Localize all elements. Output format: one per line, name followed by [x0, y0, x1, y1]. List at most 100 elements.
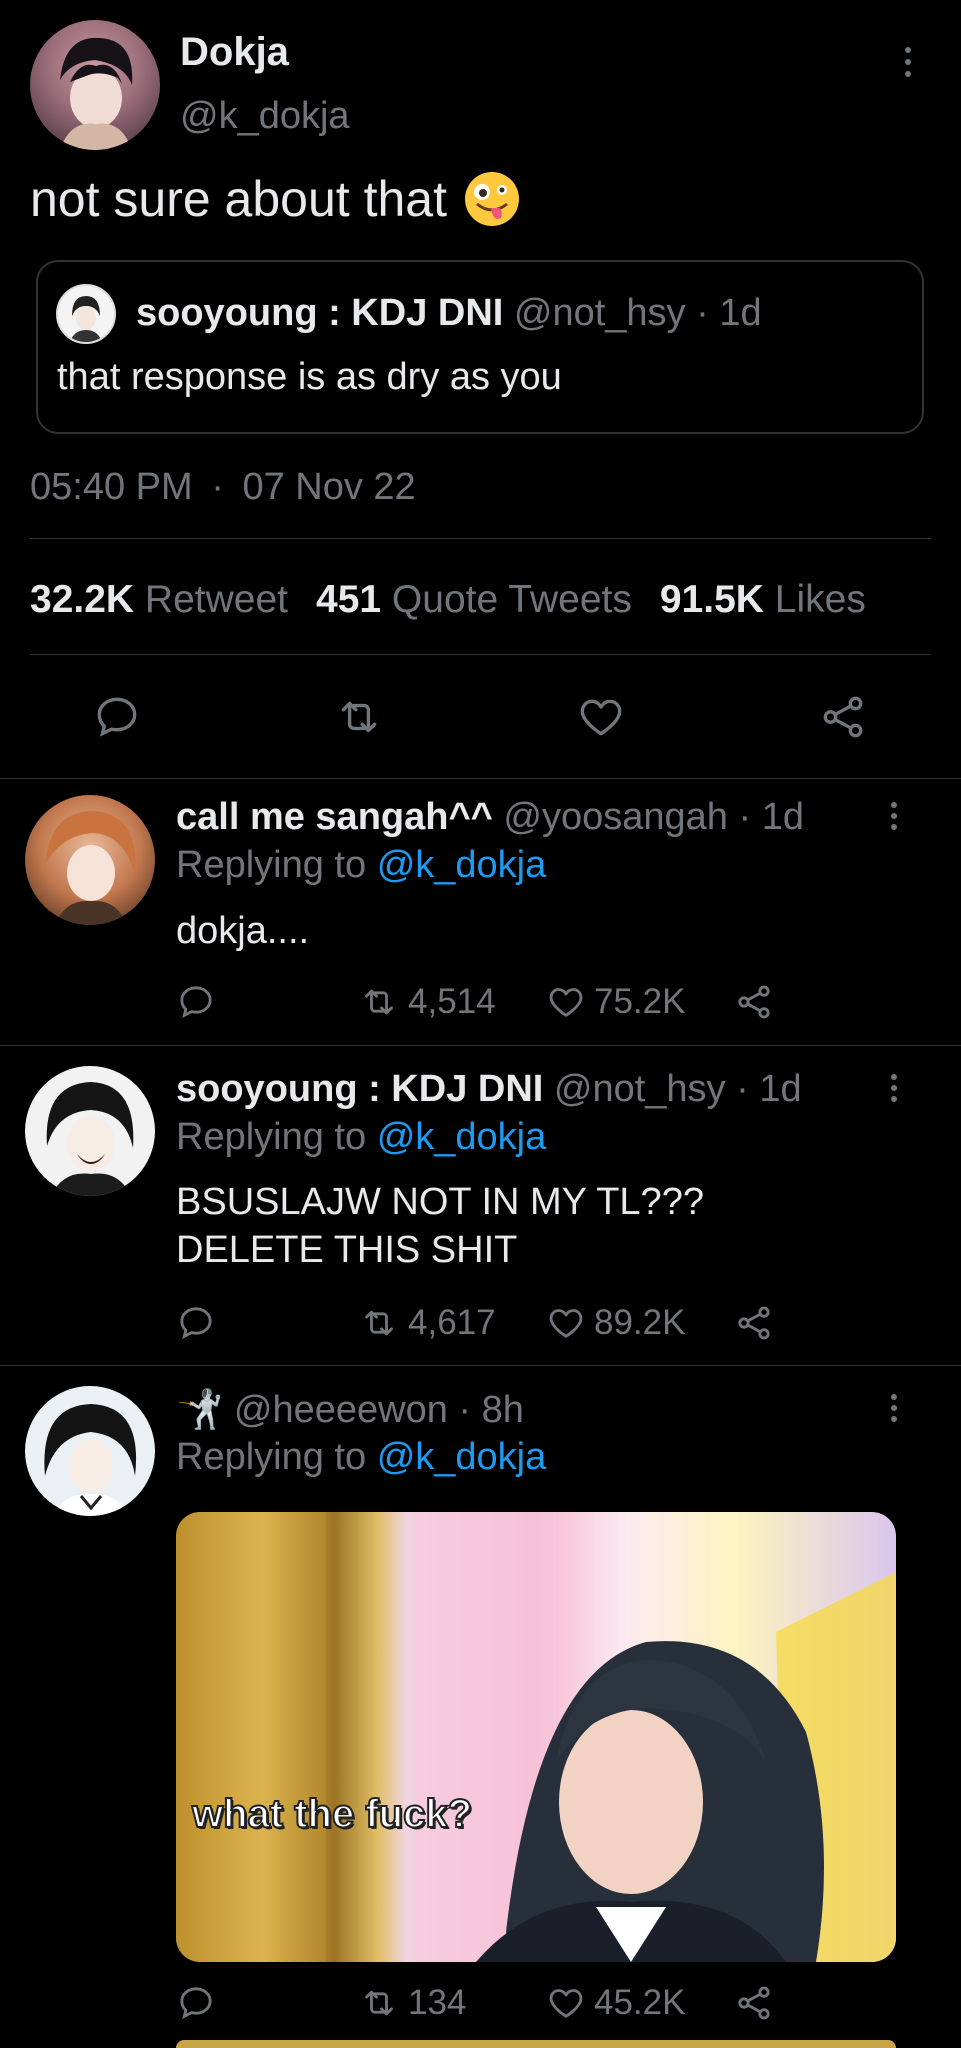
reply-2-retweet-button[interactable]: 4,617 — [358, 1303, 496, 1343]
reply-2-text-line-1: BSUSLAJW NOT IN MY TL??? — [176, 1181, 704, 1223]
quotes-stat[interactable]: 451 Quote Tweets — [316, 578, 632, 622]
likes-label: Likes — [774, 578, 866, 621]
main-display-name[interactable]: Dokja — [180, 30, 289, 75]
quote-header: sooyoung : KDJ DNI @not_hsy · 1d — [136, 292, 762, 335]
heart-icon — [549, 988, 583, 1017]
reply-3-retweet-count: 134 — [408, 1983, 467, 2022]
reply-2-replying-label: Replying to — [176, 1116, 367, 1158]
like-button[interactable] — [576, 692, 626, 742]
next-media-peek — [176, 2040, 896, 2048]
heart-icon — [549, 1309, 583, 1338]
avatar-main[interactable] — [30, 20, 160, 150]
reply-3-media-caption: what the fuck? — [191, 1791, 473, 1837]
reply-3-replying-to: Replying to @k_dokja — [176, 1436, 546, 1479]
reply-3-replying-handle[interactable]: @k_dokja — [377, 1436, 547, 1478]
reply-2-header: sooyoung : KDJ DNI @not_hsy · 1d — [176, 1068, 802, 1111]
reply-1-age: 1d — [761, 796, 804, 838]
reply-3-media-image[interactable]: what the fuck? — [176, 1512, 896, 1962]
avatar-reply-3[interactable] — [25, 1386, 155, 1516]
retweet-icon — [365, 1990, 393, 2016]
divider-main-bottom — [0, 778, 961, 779]
likes-count: 91.5K — [659, 578, 764, 621]
reply-3-like-button[interactable]: 45.2K — [546, 1983, 685, 2023]
reply-2-share-button[interactable] — [734, 1303, 774, 1343]
reply-1-text: dokja.... — [176, 910, 310, 952]
quote-display-name[interactable]: sooyoung : KDJ DNI — [136, 292, 503, 334]
reply-3-more-icon[interactable] — [889, 1394, 899, 1422]
reply-2-text: BSUSLAJW NOT IN MY TL??? DELETE THIS SHI… — [176, 1178, 704, 1274]
divider-reply-1 — [0, 1045, 961, 1046]
retweet-icon — [341, 701, 377, 733]
quotes-label: Quote Tweets — [391, 578, 632, 621]
reply-3-separator: · — [458, 1389, 472, 1431]
share-icon — [738, 1306, 770, 1340]
main-tweet-text: not sure about that — [30, 171, 447, 227]
avatar-reply-2[interactable] — [25, 1066, 155, 1196]
quotes-count: 451 — [316, 578, 382, 621]
tweet-timestamp[interactable]: 05:40 PM · 07 Nov 22 — [30, 466, 416, 509]
reply-1-header: call me sangah^^ @yoosangah · 1d — [176, 796, 804, 839]
reply-button[interactable] — [92, 692, 142, 742]
reply-3-age: 8h — [481, 1389, 524, 1431]
reply-3-share-button[interactable] — [734, 1983, 774, 2023]
reply-2-more-icon[interactable] — [889, 1074, 899, 1102]
heart-icon — [580, 699, 622, 736]
reply-1-display-name[interactable]: call me sangah^^ — [176, 796, 493, 838]
zany-face-icon — [463, 170, 521, 228]
retweets-count: 32.2K — [30, 578, 135, 621]
main-handle[interactable]: @k_dokja — [180, 95, 350, 138]
tweet-time: 05:40 PM — [30, 466, 193, 508]
reply-2-handle[interactable]: @not_hsy — [554, 1068, 726, 1110]
reply-3-replying-label: Replying to — [176, 1436, 367, 1478]
reply-2-replying-to: Replying to @k_dokja — [176, 1116, 546, 1159]
reply-3-like-count: 45.2K — [594, 1983, 686, 2022]
quote-age: 1d — [719, 292, 762, 334]
reply-1-share-button[interactable] — [734, 982, 774, 1022]
share-icon — [738, 985, 770, 1019]
reply-3-reply-button[interactable] — [176, 1983, 216, 2023]
divider-stats-top — [30, 538, 931, 539]
reply-2-reply-button[interactable] — [176, 1303, 216, 1343]
more-options-icon[interactable] — [903, 47, 913, 77]
reply-2-like-button[interactable]: 89.2K — [546, 1303, 685, 1343]
reply-1-reply-button[interactable] — [176, 982, 216, 1022]
reply-3-retweet-button[interactable]: 134 — [358, 1983, 466, 2023]
heart-icon — [549, 1989, 583, 2018]
reply-2-retweet-count: 4,617 — [408, 1303, 496, 1342]
quote-handle[interactable]: @not_hsy — [514, 292, 686, 334]
reply-3-handle[interactable]: @heeeewon — [234, 1389, 448, 1431]
retweet-button[interactable] — [333, 692, 385, 742]
reply-2-replying-handle[interactable]: @k_dokja — [377, 1116, 547, 1158]
reply-2-age: 1d — [759, 1068, 802, 1110]
reply-1-handle[interactable]: @yoosangah — [503, 796, 728, 838]
reply-1-retweet-count: 4,514 — [408, 982, 496, 1021]
reply-2-display-name[interactable]: sooyoung : KDJ DNI — [176, 1068, 543, 1110]
reply-2-separator: · — [736, 1068, 749, 1110]
likes-stat[interactable]: 91.5K Likes — [660, 578, 866, 622]
retweets-label: Retweet — [144, 578, 288, 621]
avatar-reply-1[interactable] — [25, 795, 155, 925]
main-tweet-text-row: not sure about that — [30, 170, 521, 228]
quote-avatar — [56, 284, 116, 344]
tweet-stats: 32.2K Retweet 451 Quote Tweets 91.5K Lik… — [30, 578, 866, 622]
reply-1-more-icon[interactable] — [889, 802, 899, 830]
reply-3-display-name[interactable]: 🤺 — [176, 1389, 223, 1431]
reply-1-retweet-button[interactable]: 4,514 — [358, 982, 496, 1022]
reply-2-like-count: 89.2K — [594, 1303, 686, 1342]
reply-icon — [97, 697, 137, 737]
reply-1-replying-handle[interactable]: @k_dokja — [377, 844, 547, 886]
retweets-stat[interactable]: 32.2K Retweet — [30, 578, 288, 622]
divider-reply-2 — [0, 1365, 961, 1366]
reply-icon — [180, 986, 212, 1018]
timestamp-dot: · — [211, 466, 224, 508]
quote-separator: · — [696, 292, 709, 334]
reply-2-text-line-2: DELETE THIS SHIT — [176, 1229, 518, 1271]
reply-1-separator: · — [738, 796, 752, 838]
reply-icon — [180, 1987, 212, 2019]
share-button[interactable] — [818, 692, 868, 742]
divider-stats-bottom — [30, 654, 931, 655]
reply-1-like-button[interactable]: 75.2K — [546, 982, 685, 1022]
quote-card[interactable] — [36, 260, 924, 434]
retweet-icon — [365, 989, 393, 1015]
reply-3-header: 🤺 @heeeewon · 8h — [176, 1388, 524, 1432]
